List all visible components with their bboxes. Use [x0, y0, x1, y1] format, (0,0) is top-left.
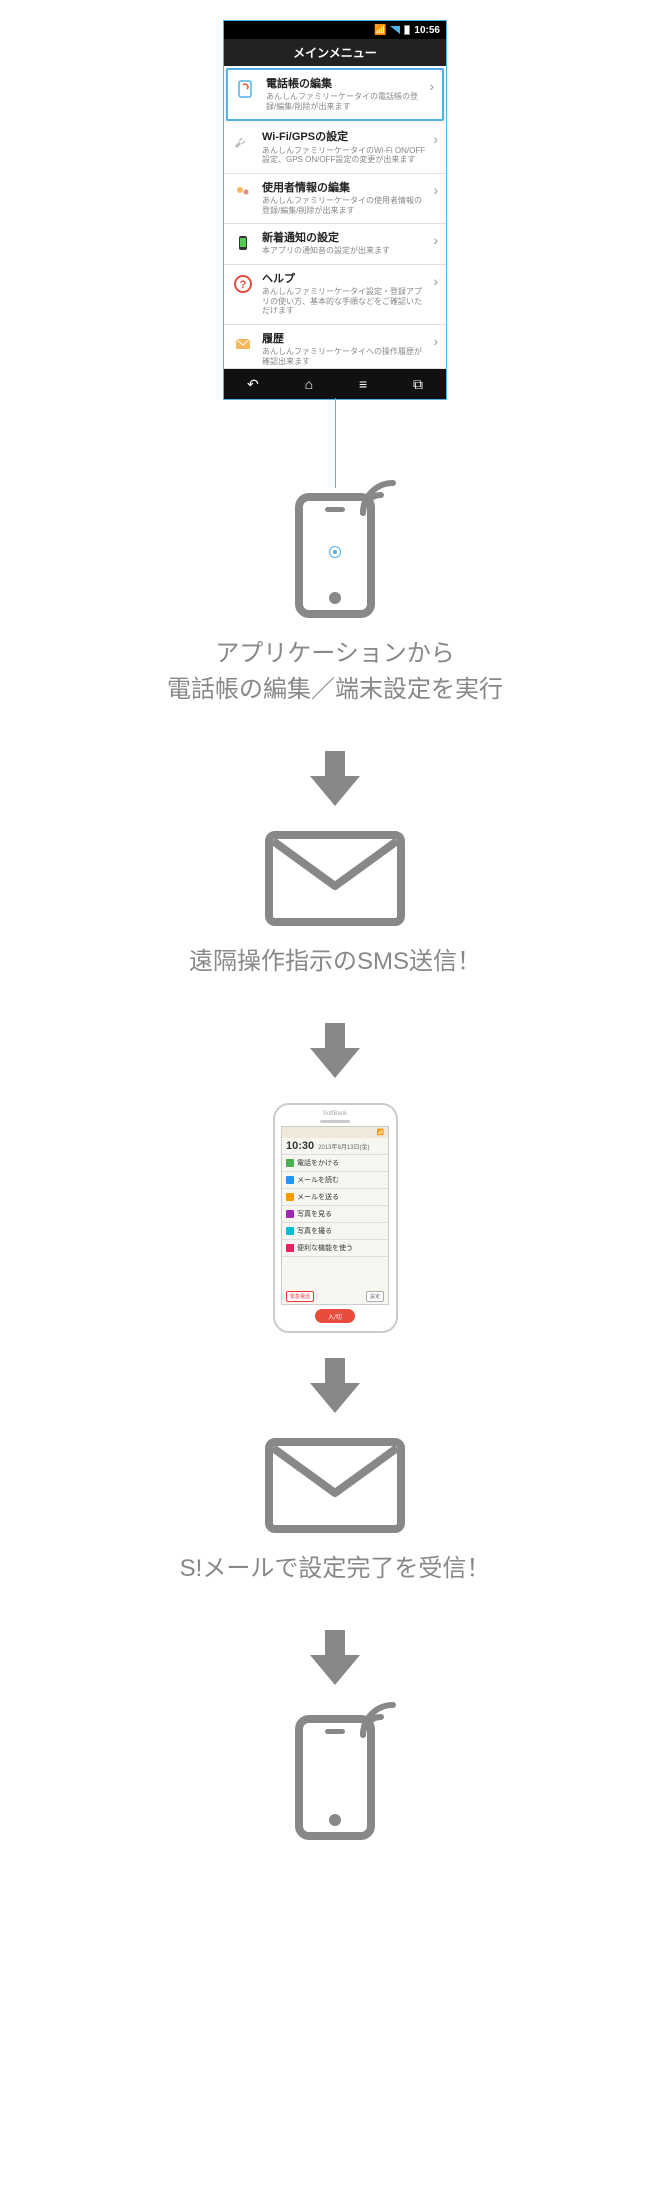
menu-item-wifi-gps[interactable]: Wi-Fi/GPSの設定 あんしんファミリーケータイのWi-Fi ON/OFF設… — [224, 123, 446, 173]
wifi-icon: 📶 — [374, 25, 386, 36]
menu-item-help[interactable]: ? ヘルプ あんしんファミリーケータイ設定・登録アプリの使い方、基本的な手順など… — [224, 265, 446, 325]
home-icon[interactable]: ⌂ — [305, 376, 313, 392]
wp-row-take-photo[interactable]: 写真を撮る — [282, 1223, 388, 1240]
phonebook-icon — [236, 78, 258, 100]
chevron-right-icon: › — [433, 131, 438, 147]
wrench-icon — [232, 131, 254, 153]
menu-desc: 本アプリの通知音の設定が出来ます — [262, 246, 425, 256]
chevron-right-icon: › — [433, 273, 438, 289]
menu-item-notification[interactable]: 新着通知の設定 本アプリの通知音の設定が出来ます › — [224, 224, 446, 265]
envelope-icon — [265, 831, 405, 926]
arrow-down-icon — [310, 751, 360, 806]
main-menu-screenshot: 📶 10:56 メインメニュー 電話帳の編集 あんしんファミリーケータイの電話帳… — [223, 20, 447, 400]
battery-icon — [404, 25, 410, 35]
svg-text:?: ? — [240, 279, 247, 291]
phone-speaker — [320, 1120, 350, 1123]
envelope-icon — [265, 1438, 405, 1533]
connection-dot — [330, 547, 340, 557]
nav-bar: ↶ ⌂ ≡ ⧉ — [224, 369, 446, 399]
wp-time: 10:30 — [286, 1140, 314, 1152]
back-icon[interactable]: ↶ — [247, 376, 259, 393]
power-button[interactable]: 入/切 — [315, 1309, 355, 1323]
menu-item-user-info[interactable]: 使用者情報の編集 あんしんファミリーケータイの使用者情報の登録/編集/削除が出来… — [224, 174, 446, 224]
wp-row-tools[interactable]: 便利な機能を使う — [282, 1240, 388, 1257]
menu-list: 電話帳の編集 あんしんファミリーケータイの電話帳の登録/編集/削除が出来ます ›… — [224, 68, 446, 369]
caption-step-1: アプリケーションから 電話帳の編集／端末設定を実行 — [167, 636, 503, 708]
menu-title: 使用者情報の編集 — [262, 182, 425, 195]
menu-title: 新着通知の設定 — [262, 232, 425, 245]
phone-icon-large — [280, 1700, 390, 1840]
caption-step-2: 遠隔操作指示のSMS送信！ — [189, 944, 481, 980]
clock: 10:56 — [414, 25, 440, 36]
menu-desc: あんしんファミリーケータイの使用者情報の登録/編集/削除が出来ます — [262, 196, 425, 215]
arrow-down-icon — [310, 1630, 360, 1685]
menu-desc: あんしんファミリーケータイ設定・登録アプリの使い方、基本的な手順などをご確認いた… — [262, 287, 425, 316]
arrow-down-icon — [310, 1358, 360, 1413]
wp-date: 2013年9月13日(金) — [318, 1142, 369, 1151]
connection-line — [335, 398, 336, 488]
chevron-right-icon: › — [429, 78, 434, 94]
caption-step-3: S!メールで設定完了を受信！ — [180, 1551, 491, 1587]
menu-title: Wi-Fi/GPSの設定 — [262, 131, 425, 144]
menu-desc: あんしんファミリーケータイのWi-Fi ON/OFF設定、GPS ON/OFF設… — [262, 146, 425, 165]
title-bar: メインメニュー — [224, 39, 446, 66]
menu-title: 電話帳の編集 — [266, 78, 421, 91]
wp-status-bar: 📶 — [282, 1127, 388, 1138]
chevron-right-icon: › — [433, 333, 438, 349]
menu-desc: あんしんファミリーケータイへの操作履歴が確認出来ます — [262, 347, 425, 366]
help-icon: ? — [232, 273, 254, 295]
menu-desc: あんしんファミリーケータイの電話帳の登録/編集/削除が出来ます — [266, 92, 421, 111]
chevron-right-icon: › — [433, 182, 438, 198]
history-icon — [232, 333, 254, 355]
menu-title: 履歴 — [262, 333, 425, 346]
phone-icon-large — [280, 478, 390, 618]
phone-brand: SoftBank — [323, 1111, 347, 1117]
signal-icon — [358, 1700, 398, 1740]
wp-row-view-photo[interactable]: 写真を見る — [282, 1206, 388, 1223]
menu-icon[interactable]: ≡ — [359, 376, 367, 392]
status-bar: 📶 10:56 — [224, 21, 446, 39]
chevron-right-icon: › — [433, 232, 438, 248]
signal-icon — [358, 478, 398, 518]
menu-item-phonebook[interactable]: 電話帳の編集 あんしんファミリーケータイの電話帳の登録/編集/削除が出来ます › — [226, 68, 444, 121]
menu-item-history[interactable]: 履歴 あんしんファミリーケータイへの操作履歴が確認出来ます › — [224, 325, 446, 369]
menu-title: ヘルプ — [262, 273, 425, 286]
settings-button[interactable]: 設定 — [366, 1291, 384, 1302]
apps-icon[interactable]: ⧉ — [413, 376, 423, 393]
arrow-down-icon — [310, 1023, 360, 1078]
wp-row-send-mail[interactable]: メールを送る — [282, 1189, 388, 1206]
wp-row-read-mail[interactable]: メールを読む — [282, 1172, 388, 1189]
wp-row-call[interactable]: 電話をかける — [282, 1155, 388, 1172]
emergency-button[interactable]: 緊急電話 — [286, 1291, 314, 1302]
target-phone-mockup: SoftBank 📶 10:30 2013年9月13日(金) 電話をかける メー… — [273, 1103, 398, 1333]
users-icon — [232, 182, 254, 204]
signal-icon — [390, 26, 400, 34]
phone-screen: 📶 10:30 2013年9月13日(金) 電話をかける メールを読む メールを… — [281, 1126, 389, 1305]
phone-notify-icon — [232, 232, 254, 254]
